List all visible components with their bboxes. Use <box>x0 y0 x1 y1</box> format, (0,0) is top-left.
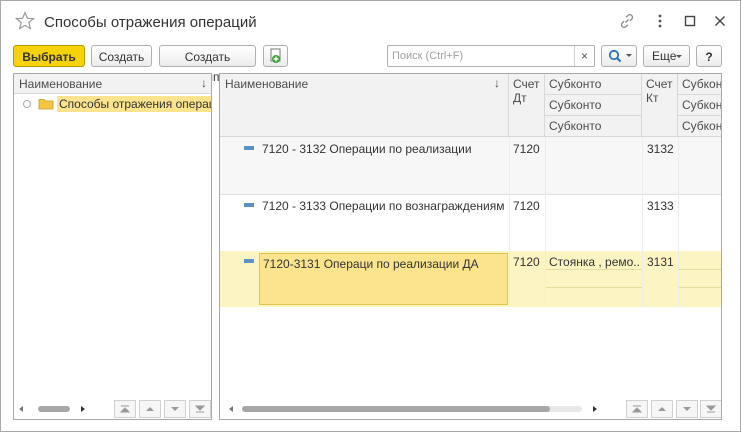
row-debit: 7120 <box>513 142 540 156</box>
col-divider <box>642 137 643 307</box>
sort-indicator-icon: ↓ <box>494 76 500 90</box>
sort-indicator-icon: ↓ <box>201 76 207 90</box>
first-icon <box>631 405 643 413</box>
window-title: Способы отражения операций <box>44 14 257 31</box>
search-icon <box>608 49 632 63</box>
operation-item-icon <box>244 259 254 263</box>
group-tree-panel: Наименование ↓ Способы отражения операци… <box>13 73 212 420</box>
maximize-icon[interactable] <box>681 12 699 30</box>
row-debit: 7120 <box>513 255 540 269</box>
last-icon <box>194 405 206 413</box>
col-header-credit[interactable]: Счет Кт <box>642 74 678 137</box>
title-bar: Способы отражения операций <box>1 1 740 41</box>
folder-icon <box>38 99 54 110</box>
col-header-credit-label: Счет Кт <box>646 77 673 105</box>
nav-last-button[interactable] <box>189 400 211 418</box>
selected-cell[interactable]: 7120-3131 Операци по реализации ДА <box>259 253 508 305</box>
operation-item-icon <box>244 146 254 150</box>
nav-down-button[interactable] <box>676 400 698 418</box>
col-header-subconto-3-label: Субконто <box>549 119 602 133</box>
down-icon <box>683 407 691 411</box>
subconto-divider <box>678 287 721 288</box>
col-header-subconto-2[interactable]: Субконто <box>545 95 642 116</box>
create-group-button[interactable]: Создать группу <box>159 45 256 84</box>
col-header-subconto-1-label: Субконто <box>549 77 602 91</box>
row-credit: 3132 <box>647 142 674 156</box>
subconto-divider <box>678 269 721 270</box>
col-header-name[interactable]: Наименование ↓ <box>220 74 509 137</box>
more-button[interactable]: Еще <box>643 45 690 67</box>
add-copy-icon <box>270 48 281 63</box>
nav-down-button[interactable] <box>164 400 186 418</box>
create-button[interactable]: Создать <box>91 45 152 67</box>
nav-first-button[interactable] <box>626 400 648 418</box>
row-name: 7120 - 3132 Операции по реализации <box>262 142 472 156</box>
scroll-right-icon[interactable] <box>78 404 88 414</box>
nav-first-button[interactable] <box>114 400 136 418</box>
first-icon <box>119 405 131 413</box>
last-icon <box>705 405 717 413</box>
col-header-name-label: Наименование <box>225 77 309 91</box>
col-header-debit[interactable]: Счет Дт <box>509 74 545 137</box>
horizontal-scrollbar-thumb[interactable] <box>242 406 550 412</box>
row-debit: 7120 <box>513 199 540 213</box>
col-header-kt-subconto-3-label: Субконто <box>682 119 722 133</box>
main-window: Способы отражения операций Выбрать Созда… <box>0 0 741 432</box>
operations-grid: Наименование ↓ Счет Дт Субконто Субконто… <box>219 73 722 420</box>
col-header-kt-subconto-2[interactable]: Субконто <box>678 95 722 116</box>
up-icon <box>146 407 154 411</box>
table-row-selected[interactable]: 7120-3131 Операци по реализации ДА 7120 … <box>220 251 721 307</box>
scroll-left-icon[interactable] <box>226 404 236 414</box>
row-name: 7120 - 3133 Операции по вознаграждениям <box>262 199 505 213</box>
search-clear-button[interactable]: × <box>574 46 594 66</box>
row-credit: 3133 <box>647 199 674 213</box>
nav-last-button[interactable] <box>700 400 721 418</box>
close-icon[interactable] <box>711 12 729 30</box>
chevron-down-icon <box>676 55 682 58</box>
col-header-debit-label: Счет Дт <box>513 77 540 105</box>
horizontal-scrollbar-thumb[interactable] <box>38 406 70 412</box>
table-row[interactable]: 7120 - 3132 Операции по реализации 7120 … <box>220 137 721 194</box>
search-options-button[interactable] <box>601 45 637 67</box>
col-header-kt-subconto-1-label: Субконто <box>682 77 722 91</box>
col-header-kt-subconto-2-label: Субконто <box>682 98 722 112</box>
copy-button[interactable] <box>263 45 288 67</box>
tree-expand-icon[interactable] <box>22 99 32 109</box>
favorite-star-icon[interactable] <box>15 11 35 31</box>
nav-up-button[interactable] <box>139 400 161 418</box>
tree-header[interactable]: Наименование ↓ <box>14 74 211 94</box>
row-subconto: Стоянка , ремо... <box>549 255 639 269</box>
col-header-subconto-3[interactable]: Субконто <box>545 116 642 137</box>
more-button-label: Еще <box>652 49 677 63</box>
subconto-divider <box>545 269 642 270</box>
col-divider <box>678 137 679 307</box>
subconto-divider <box>545 287 642 288</box>
tree-header-label: Наименование <box>19 77 103 91</box>
row-name: 7120-3131 Операци по реализации ДА <box>263 257 479 271</box>
tree-item-highlight: Способы отражения операций <box>57 96 211 112</box>
link-icon[interactable] <box>618 12 636 30</box>
row-credit: 3131 <box>647 255 674 269</box>
col-header-kt-subconto-1[interactable]: Субконто <box>678 74 722 95</box>
col-header-subconto-1[interactable]: Субконто <box>545 74 642 95</box>
col-divider <box>545 137 546 307</box>
col-header-kt-subconto-3[interactable]: Субконто <box>678 116 722 137</box>
more-vertical-icon[interactable] <box>651 12 669 30</box>
down-icon <box>171 407 179 411</box>
col-divider <box>509 137 510 307</box>
tree-item-label: Способы отражения операций <box>59 97 211 111</box>
col-header-subconto-2-label: Субконто <box>549 98 602 112</box>
help-button[interactable]: ? <box>696 45 722 67</box>
search-box: × <box>387 45 595 67</box>
nav-up-button[interactable] <box>651 400 673 418</box>
operation-item-icon <box>244 203 254 207</box>
up-icon <box>658 407 666 411</box>
search-input[interactable] <box>388 46 574 66</box>
table-row[interactable]: 7120 - 3133 Операции по вознаграждениям … <box>220 195 721 251</box>
select-button[interactable]: Выбрать <box>13 45 85 67</box>
scroll-left-icon[interactable] <box>16 404 26 414</box>
scroll-right-icon[interactable] <box>590 404 600 414</box>
tree-item[interactable]: Способы отражения операций <box>14 95 211 113</box>
